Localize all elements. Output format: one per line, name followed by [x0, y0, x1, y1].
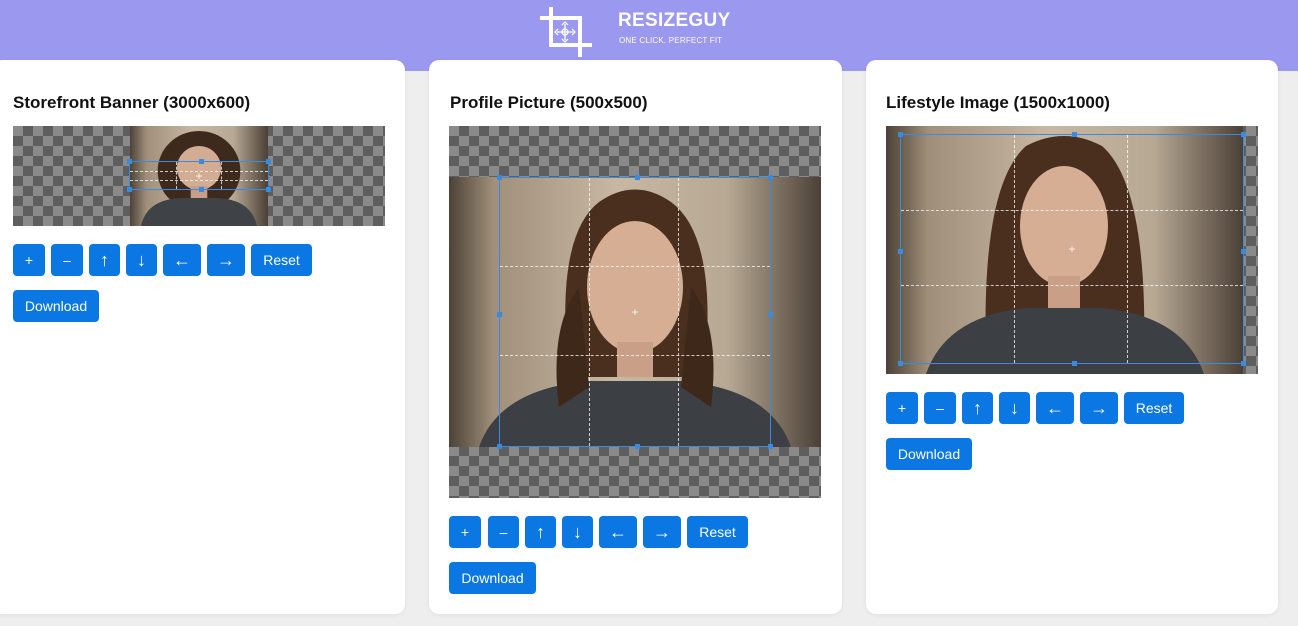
card-title: Lifestyle Image (1500x1000)	[886, 93, 1110, 112]
resize-handle[interactable]	[898, 132, 903, 137]
resize-handle[interactable]	[1072, 132, 1077, 137]
crop-box[interactable]: +	[898, 132, 1246, 366]
crop-box[interactable]: +	[497, 175, 773, 449]
resize-handle[interactable]	[497, 312, 502, 317]
move-down-button[interactable]: ↓	[999, 392, 1030, 424]
resize-handle[interactable]	[768, 175, 773, 180]
download-button[interactable]: Download	[449, 562, 536, 594]
zoom-out-button[interactable]: –	[488, 516, 519, 548]
resize-handle[interactable]	[497, 175, 502, 180]
resize-handle[interactable]	[1241, 249, 1246, 254]
download-button[interactable]: Download	[886, 438, 972, 470]
crop-canvas[interactable]: +	[449, 126, 821, 498]
resize-handle[interactable]	[199, 187, 204, 192]
move-left-button[interactable]: ←	[163, 244, 201, 276]
resize-handle[interactable]	[768, 312, 773, 317]
move-right-button[interactable]: →	[643, 516, 681, 548]
resize-handle[interactable]	[266, 159, 271, 164]
resize-handle[interactable]	[199, 159, 204, 164]
move-left-button[interactable]: ←	[599, 516, 637, 548]
resize-handle[interactable]	[1241, 361, 1246, 366]
resize-handle[interactable]	[635, 444, 640, 449]
reset-button[interactable]: Reset	[687, 516, 748, 548]
reset-button[interactable]: Reset	[1124, 392, 1184, 424]
resize-handle[interactable]	[266, 187, 271, 192]
crop-icon	[540, 7, 592, 57]
resize-handle[interactable]	[898, 249, 903, 254]
resize-handle[interactable]	[635, 175, 640, 180]
zoom-in-button[interactable]: +	[13, 244, 45, 276]
zoom-out-button[interactable]: –	[924, 392, 956, 424]
crop-center-icon: +	[631, 305, 639, 319]
crop-canvas[interactable]: +	[886, 126, 1258, 374]
crop-center-icon: +	[195, 168, 203, 183]
zoom-in-button[interactable]: +	[886, 392, 918, 424]
resize-handle[interactable]	[898, 361, 903, 366]
resize-handle[interactable]	[127, 159, 132, 164]
move-right-button[interactable]: →	[207, 244, 245, 276]
move-up-button[interactable]: ↑	[962, 392, 993, 424]
download-button[interactable]: Download	[13, 290, 99, 322]
resize-handle[interactable]	[1072, 361, 1077, 366]
move-down-button[interactable]: ↓	[126, 244, 157, 276]
move-up-button[interactable]: ↑	[525, 516, 556, 548]
resize-handle[interactable]	[127, 187, 132, 192]
resize-handle[interactable]	[1241, 132, 1246, 137]
brand-tagline: ONE CLICK. PERFECT FIT	[619, 36, 723, 45]
resize-handle[interactable]	[768, 444, 773, 449]
card-title: Storefront Banner (3000x600)	[13, 93, 251, 112]
crop-center-icon: +	[1068, 242, 1076, 256]
crop-box[interactable]: +	[127, 159, 271, 192]
move-down-button[interactable]: ↓	[562, 516, 593, 548]
reset-button[interactable]: Reset	[251, 244, 312, 276]
zoom-in-button[interactable]: +	[449, 516, 481, 548]
brand-name: RESIZEGUY	[618, 10, 731, 31]
crop-canvas[interactable]: +	[13, 126, 385, 226]
move-left-button[interactable]: ←	[1036, 392, 1074, 424]
card-title: Profile Picture (500x500)	[450, 93, 648, 112]
resize-handle[interactable]	[497, 444, 502, 449]
move-up-button[interactable]: ↑	[89, 244, 120, 276]
move-right-button[interactable]: →	[1080, 392, 1118, 424]
zoom-out-button[interactable]: –	[51, 244, 83, 276]
